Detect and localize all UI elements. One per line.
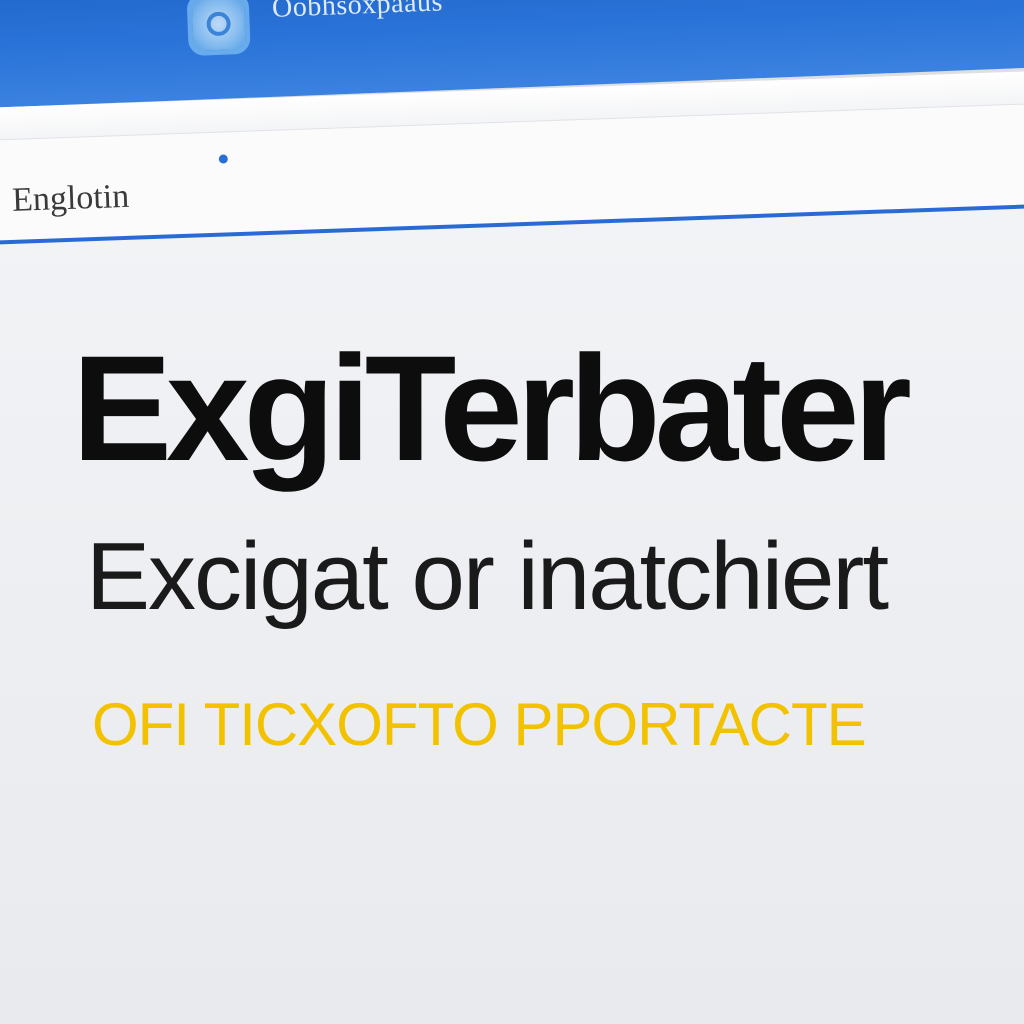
- window-title: Oobhsoxpaaus: [271, 0, 444, 24]
- app-logo-ring: [206, 11, 232, 37]
- status-dot-icon: [218, 154, 228, 164]
- app-logo-icon[interactable]: [186, 0, 251, 57]
- page-tagline: OFI TICXOFTO PPORTACTE: [92, 691, 867, 758]
- main-content: ExgiTerbater Excigat or inatchiert OFI T…: [0, 260, 1024, 1024]
- page-headline: ExgiTerbater: [72, 324, 912, 492]
- page-subheadline: Excigat or inatchiert: [86, 523, 889, 630]
- accent-divider: [0, 203, 1024, 245]
- address-text[interactable]: Englotin: [11, 178, 129, 220]
